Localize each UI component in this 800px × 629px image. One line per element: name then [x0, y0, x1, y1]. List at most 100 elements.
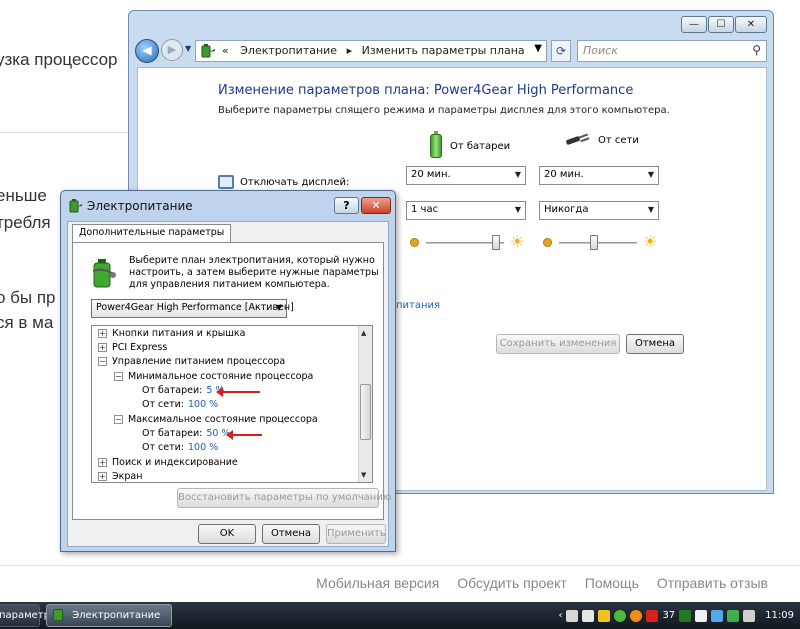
- sleep-battery-select[interactable]: 1 час: [406, 201, 526, 220]
- dim-icon: [410, 238, 419, 247]
- search-icon[interactable]: ⚲: [752, 43, 761, 57]
- slider-thumb[interactable]: [590, 235, 599, 250]
- collapse-icon[interactable]: −: [114, 372, 123, 381]
- ok-button[interactable]: OK: [198, 524, 256, 544]
- app-icon[interactable]: [679, 609, 692, 622]
- display-off-ac-select[interactable]: 20 мин.: [539, 166, 659, 185]
- tree-item-pci-express[interactable]: + PCI Express: [98, 342, 167, 353]
- sun-icon: ☀: [643, 232, 658, 251]
- sleep-ac-select[interactable]: Никогда: [539, 201, 659, 220]
- maximize-button[interactable]: ☐: [708, 16, 734, 33]
- power-options-icon: [69, 199, 82, 213]
- tree-item-max-ac[interactable]: От сети: 100 %: [142, 442, 218, 453]
- close-button[interactable]: ✕: [735, 16, 767, 33]
- tree-item-power-buttons[interactable]: + Кнопки питания и крышка: [98, 328, 246, 339]
- slider-thumb[interactable]: [492, 235, 501, 250]
- bg-text-1: узка процессор: [0, 50, 118, 69]
- tree-scrollbar[interactable]: ▲ ▼: [358, 326, 372, 482]
- page-title: Изменение параметров плана: Power4Gear H…: [218, 83, 634, 98]
- footer-link-feedback[interactable]: Отправить отзыв: [657, 575, 768, 591]
- recent-pages-dropdown[interactable]: ▼: [185, 44, 191, 53]
- tree-item-search-indexing[interactable]: + Поиск и индексирование: [98, 457, 238, 468]
- taskbar-item-power-options[interactable]: Электропитание: [46, 604, 172, 627]
- tree-item-cpu-management[interactable]: − Управление питанием процессора: [98, 356, 285, 367]
- search-input[interactable]: Поиск: [583, 44, 618, 57]
- app-icon[interactable]: [630, 609, 643, 622]
- dialog-cancel-button[interactable]: Отмена: [262, 524, 320, 544]
- brightness-battery-slider[interactable]: ☀: [410, 232, 530, 251]
- footer-link-mobile[interactable]: Мобильная версия: [316, 575, 439, 591]
- app-icon[interactable]: [566, 609, 579, 622]
- tray-counter: 37: [662, 610, 676, 621]
- minimize-button[interactable]: —: [681, 16, 707, 33]
- display-off-battery-select[interactable]: 20 мин.: [406, 166, 526, 185]
- tree-item-min-state[interactable]: − Минимальное состояние процессора: [114, 371, 313, 382]
- expand-icon[interactable]: +: [98, 472, 107, 481]
- forward-button[interactable]: ▶: [161, 39, 183, 61]
- breadcrumb-separator: «: [222, 44, 229, 57]
- footer-link-help[interactable]: Помощь: [585, 575, 639, 591]
- scroll-down-icon[interactable]: ▼: [361, 471, 366, 479]
- save-changes-button[interactable]: Сохранить изменения: [496, 334, 620, 354]
- taskbar: параметр... Электропитание ‹ 37 11:09: [0, 602, 800, 629]
- setting-label: От батареи:: [142, 428, 203, 439]
- app-icon[interactable]: [582, 609, 595, 622]
- bg-text-5: ся в ма: [0, 313, 54, 332]
- dialog-body: Дополнительные параметры Выберите план э…: [67, 221, 391, 547]
- breadcrumb-edit-plan[interactable]: Изменить параметры плана: [362, 44, 525, 57]
- scrollbar-thumb[interactable]: [360, 384, 371, 440]
- refresh-button[interactable]: ⟳: [551, 40, 571, 62]
- help-button[interactable]: ?: [334, 197, 359, 214]
- expand-icon[interactable]: +: [98, 329, 107, 338]
- tree-item-label: PCI Express: [112, 342, 168, 353]
- scroll-up-icon[interactable]: ▲: [361, 329, 366, 337]
- brightness-ac-slider[interactable]: ☀: [543, 232, 663, 251]
- footer-links: Мобильная версия Обсудить проект Помощь …: [316, 575, 768, 591]
- address-bar[interactable]: « Электропитание ▸ Изменить параметры пл…: [195, 40, 547, 62]
- setting-label: От батареи:: [142, 385, 203, 396]
- tree-item-max-battery[interactable]: От батареи: 50 %: [142, 428, 230, 439]
- cancel-button[interactable]: Отмена: [626, 334, 684, 354]
- address-dropdown-icon[interactable]: ▼: [534, 43, 542, 54]
- expand-icon[interactable]: +: [98, 458, 107, 467]
- window-caption-buttons: — ☐ ✕: [681, 16, 767, 33]
- search-box[interactable]: Поиск ⚲: [577, 40, 767, 62]
- back-button[interactable]: ◀: [135, 39, 159, 63]
- system-tray: ‹ 37 11:09: [552, 602, 800, 629]
- keyboard-layout-icon[interactable]: [695, 609, 708, 622]
- setting-value-link[interactable]: 100 %: [188, 442, 218, 453]
- app-icon[interactable]: [646, 609, 659, 622]
- battery-icon[interactable]: [727, 609, 740, 622]
- tab-advanced-settings[interactable]: Дополнительные параметры: [72, 224, 232, 243]
- volume-icon[interactable]: [743, 609, 756, 622]
- bg-text-4: о бы пр: [0, 288, 56, 307]
- setting-value-link[interactable]: 100 %: [188, 399, 218, 410]
- breadcrumb-power-options[interactable]: Электропитание: [240, 44, 337, 57]
- column-ac-label: От сети: [598, 134, 639, 146]
- red-arrow-annotation: [216, 387, 260, 397]
- network-icon[interactable]: [711, 609, 724, 622]
- settings-tree[interactable]: + Кнопки питания и крышка + PCI Express …: [91, 325, 373, 483]
- taskbar-item-settings[interactable]: параметр...: [0, 604, 60, 627]
- app-icon[interactable]: [614, 609, 627, 622]
- collapse-icon[interactable]: −: [114, 415, 123, 424]
- tray-expand-icon[interactable]: ‹: [558, 610, 562, 621]
- footer-link-discuss[interactable]: Обсудить проект: [457, 575, 567, 591]
- app-icon[interactable]: [598, 609, 611, 622]
- sun-icon: ☀: [510, 232, 525, 251]
- power-plan-select[interactable]: Power4Gear High Performance [Активен]: [91, 299, 294, 318]
- apply-button[interactable]: Применить: [326, 524, 386, 544]
- dialog-close-button[interactable]: ✕: [361, 197, 391, 214]
- setting-label: От сети:: [142, 399, 185, 410]
- taskbar-item-label: Электропитание: [72, 610, 161, 621]
- tree-item-min-ac[interactable]: От сети: 100 %: [142, 399, 218, 410]
- collapse-icon[interactable]: −: [98, 357, 107, 366]
- expand-icon[interactable]: +: [98, 343, 107, 352]
- tree-item-max-state[interactable]: − Максимальное состояние процессора: [114, 414, 318, 425]
- clock[interactable]: 11:09: [765, 610, 794, 621]
- tree-item-min-battery[interactable]: От батареи: 5 %: [142, 385, 224, 396]
- restore-defaults-button[interactable]: Восстановить параметры по умолчанию: [177, 488, 391, 508]
- display-off-label: Отключать дисплей:: [240, 176, 350, 188]
- tree-item-screen[interactable]: + Экран: [98, 471, 142, 482]
- advanced-settings-link[interactable]: питания: [396, 300, 440, 311]
